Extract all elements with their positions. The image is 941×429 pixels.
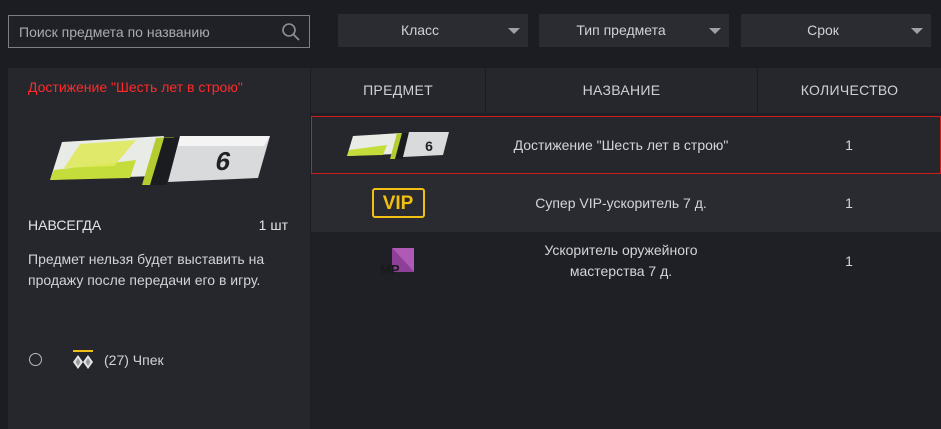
- column-header-name: НАЗВАНИЕ: [485, 68, 757, 113]
- item-type-dropdown-label: Тип предмета: [576, 22, 666, 38]
- item-cell: MP: [311, 232, 485, 290]
- rank-icon: [73, 350, 93, 369]
- item-cell: 6: [311, 116, 485, 174]
- item-name: Ускоритель оружейного мастерства 7 д.: [544, 242, 698, 279]
- mp-icon: MP: [378, 246, 418, 277]
- item-quantity: 1: [845, 252, 853, 269]
- item-title: Достижение "Шесть лет в строю": [28, 79, 243, 95]
- svg-text:6: 6: [425, 138, 433, 154]
- transfer-note: Предмет нельзя будет выставить на продаж…: [28, 251, 265, 288]
- table-row[interactable]: VIP Супер VIP-ускоритель 7 д. 1: [311, 174, 941, 232]
- items-table: ПРЕДМЕТ НАЗВАНИЕ КОЛИЧЕСТВО 6 Достижение…: [311, 68, 941, 429]
- chevron-down-icon: [508, 28, 520, 34]
- vip-icon-text: VIP: [382, 192, 414, 214]
- player-name: (27) Чпек: [104, 352, 164, 368]
- chevron-down-icon: [709, 28, 721, 34]
- search-icon[interactable]: [281, 22, 301, 42]
- item-quantity: 1: [845, 194, 853, 211]
- term-dropdown-label: Срок: [807, 22, 839, 38]
- class-dropdown-label: Класс: [400, 22, 440, 38]
- table-header: ПРЕДМЕТ НАЗВАНИЕ КОЛИЧЕСТВО: [311, 68, 941, 113]
- table-row[interactable]: MP Ускоритель оружейного мастерства 7 д.…: [311, 232, 941, 290]
- six-years-badge-icon: 6: [50, 136, 270, 185]
- search-box[interactable]: [8, 15, 310, 48]
- filter-bar: Класс Тип предмета Срок: [0, 0, 941, 62]
- item-name: Достижение "Шесть лет в строю": [513, 136, 729, 153]
- table-row[interactable]: 6 Достижение "Шесть лет в строю" 1: [311, 116, 941, 174]
- item-quantity: 1: [845, 136, 853, 153]
- item-cell: VIP: [311, 174, 485, 232]
- chevron-down-icon: [911, 28, 923, 34]
- search-input[interactable]: [9, 16, 274, 47]
- item-type-dropdown[interactable]: Тип предмета: [539, 14, 729, 47]
- six-years-badge-icon: 6: [347, 132, 449, 159]
- term-dropdown[interactable]: Срок: [741, 14, 931, 47]
- item-name: Супер VIP-ускоритель 7 д.: [535, 194, 707, 211]
- class-dropdown[interactable]: Класс: [338, 14, 528, 47]
- column-header-quantity: КОЛИЧЕСТВО: [757, 68, 941, 113]
- mp-icon-text: MP: [380, 262, 400, 277]
- player-radio[interactable]: [29, 353, 42, 366]
- column-header-item: ПРЕДМЕТ: [363, 82, 433, 98]
- item-duration: НАВСЕГДА: [28, 217, 102, 233]
- item-details-panel: Достижение "Шесть лет в строю" 6 НАВСЕГД…: [8, 68, 310, 429]
- vip-icon: VIP: [371, 188, 425, 218]
- item-quantity: 1 шт: [258, 217, 288, 233]
